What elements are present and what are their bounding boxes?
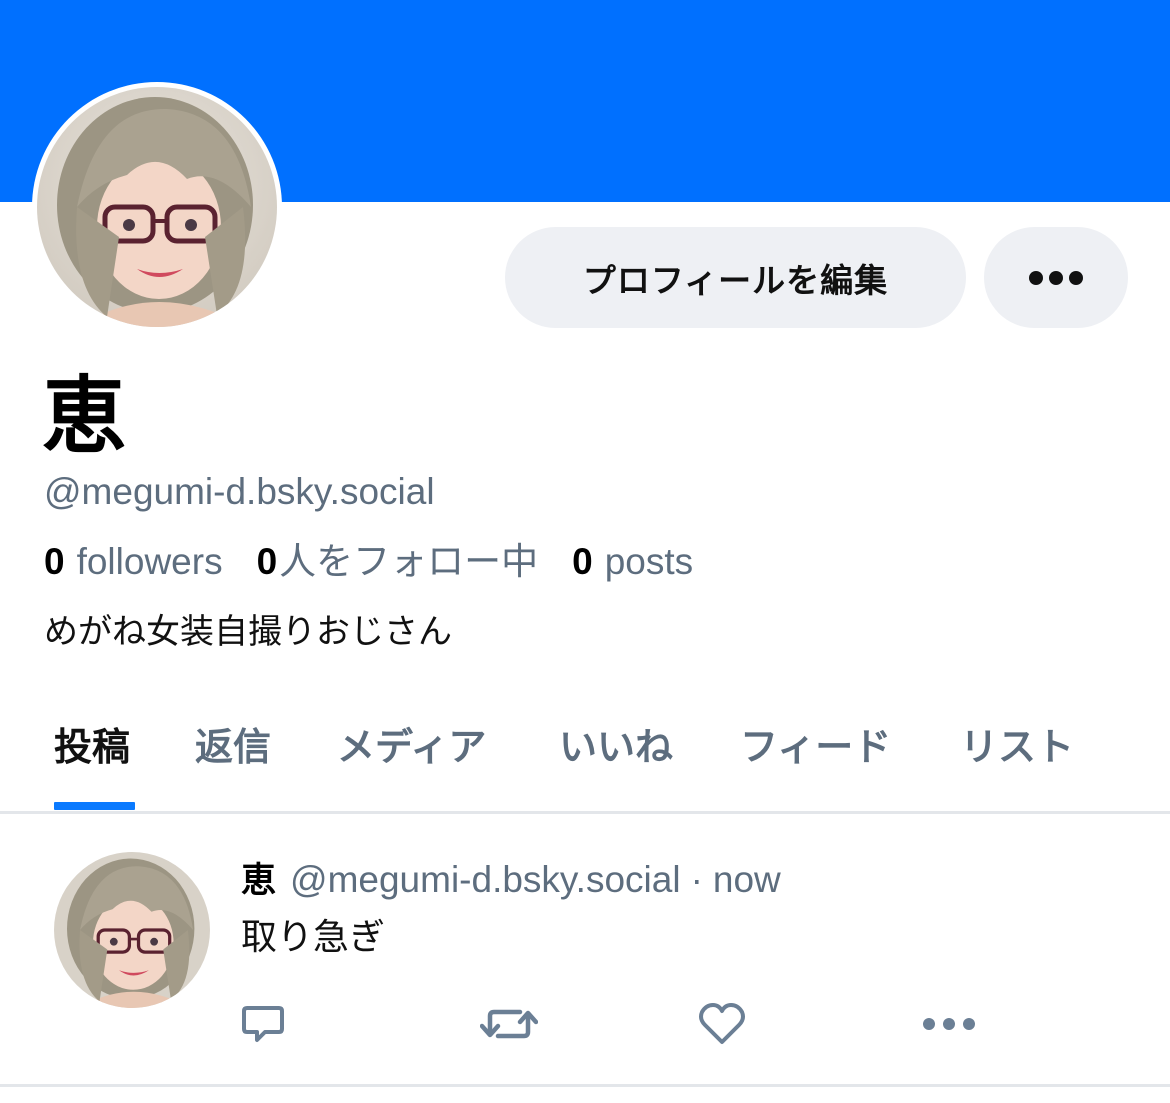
tabs-divider [0,811,1170,814]
repost-icon [480,1009,538,1039]
post-more-button[interactable] [922,1000,976,1048]
tab-posts[interactable]: 投稿 [54,722,130,772]
following-count: 0 [256,541,278,582]
tab-likes[interactable]: いいね [559,722,673,772]
tab-replies[interactable]: 返信 [195,722,271,772]
avatar-image [37,87,277,327]
post-text: 取り急ぎ [241,917,386,958]
post-separator: · [690,859,703,900]
profile-more-button[interactable] [984,227,1128,328]
profile-stats: 0 followers 0 人をフォロー中 0 posts [44,540,727,584]
followers-stat[interactable]: 0 followers [44,540,223,584]
profile-handle: @megumi-d.bsky.social [44,471,435,512]
tab-lists[interactable]: リスト [960,722,1074,772]
posts-count: 0 [572,541,593,582]
profile-bio: めがね女装自撮りおじさん [44,612,452,652]
post-timestamp[interactable]: now [713,856,781,904]
post-header: 恵 @megumi-d.bsky.social · now [241,856,781,904]
followers-count: 0 [44,541,65,582]
more-horizontal-icon [1029,270,1083,285]
post-author-name[interactable]: 恵 [241,857,276,905]
profile-display-name: 恵 [42,367,127,465]
active-tab-indicator [54,802,135,810]
posts-label: posts [604,541,694,582]
tab-media[interactable]: メディア [337,722,486,772]
profile-avatar[interactable] [32,82,282,332]
profile-tabs: 投稿 返信 メディア いいね フィード リスト [0,700,1170,812]
like-icon [699,1003,745,1044]
reply-icon [242,1006,284,1042]
profile-page: プロフィールを編集 恵 @megumi-d.bsky.social 0 foll… [0,0,1170,1103]
more-icon [923,1018,975,1030]
followers-label: followers [76,541,223,582]
post-avatar-image [54,852,210,1008]
like-button[interactable] [697,1000,747,1048]
tab-feeds[interactable]: フィード [740,722,891,772]
following-label: 人をフォロー中 [279,541,539,582]
reply-button[interactable] [238,1000,288,1048]
posts-stat: 0 posts [572,540,693,584]
post-divider [0,1084,1170,1087]
post-author-avatar[interactable] [54,852,210,1008]
repost-button[interactable] [480,1000,538,1048]
following-stat[interactable]: 0 人をフォロー中 [257,540,539,584]
edit-profile-button[interactable]: プロフィールを編集 [505,227,966,328]
post-author-handle[interactable]: @megumi-d.bsky.social [290,856,681,904]
